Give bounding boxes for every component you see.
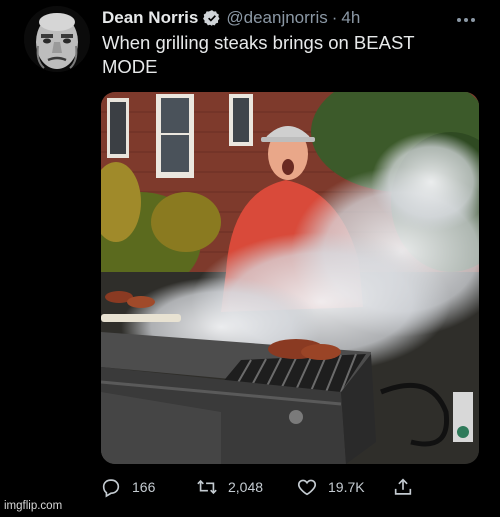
timestamp[interactable]: 4h	[341, 8, 360, 28]
share-icon	[394, 478, 412, 495]
verified-badge-icon	[203, 10, 220, 26]
more-options-icon[interactable]	[456, 8, 476, 29]
avatar[interactable]	[24, 6, 90, 72]
tweet-actions: 166 2,048 19.7K	[100, 474, 440, 500]
reply-count: 166	[132, 479, 156, 495]
tweet-text: When grilling steaks brings on BEAST MOD…	[102, 32, 415, 77]
avatar-photo	[24, 6, 90, 72]
author-handle[interactable]: @deanjnorris	[226, 8, 327, 28]
retweet-button[interactable]: 2,048	[196, 474, 263, 500]
reply-icon	[102, 479, 120, 498]
heart-icon	[297, 479, 317, 496]
tweet-photo[interactable]	[101, 92, 479, 464]
like-button[interactable]: 19.7K	[296, 474, 365, 500]
retweet-icon	[197, 479, 217, 495]
retweet-count: 2,048	[228, 479, 264, 495]
share-button[interactable]	[392, 474, 424, 500]
author-name[interactable]: Dean Norris	[102, 8, 198, 28]
photo-grilling-scene	[101, 92, 479, 464]
separator: ·	[331, 8, 338, 27]
like-count: 19.7K	[328, 479, 365, 495]
reply-button[interactable]: 166	[100, 474, 155, 500]
imgflip-watermark: imgflip.com	[4, 500, 63, 512]
tweet-header: Dean Norris @deanjnorris · 4h	[102, 7, 360, 29]
